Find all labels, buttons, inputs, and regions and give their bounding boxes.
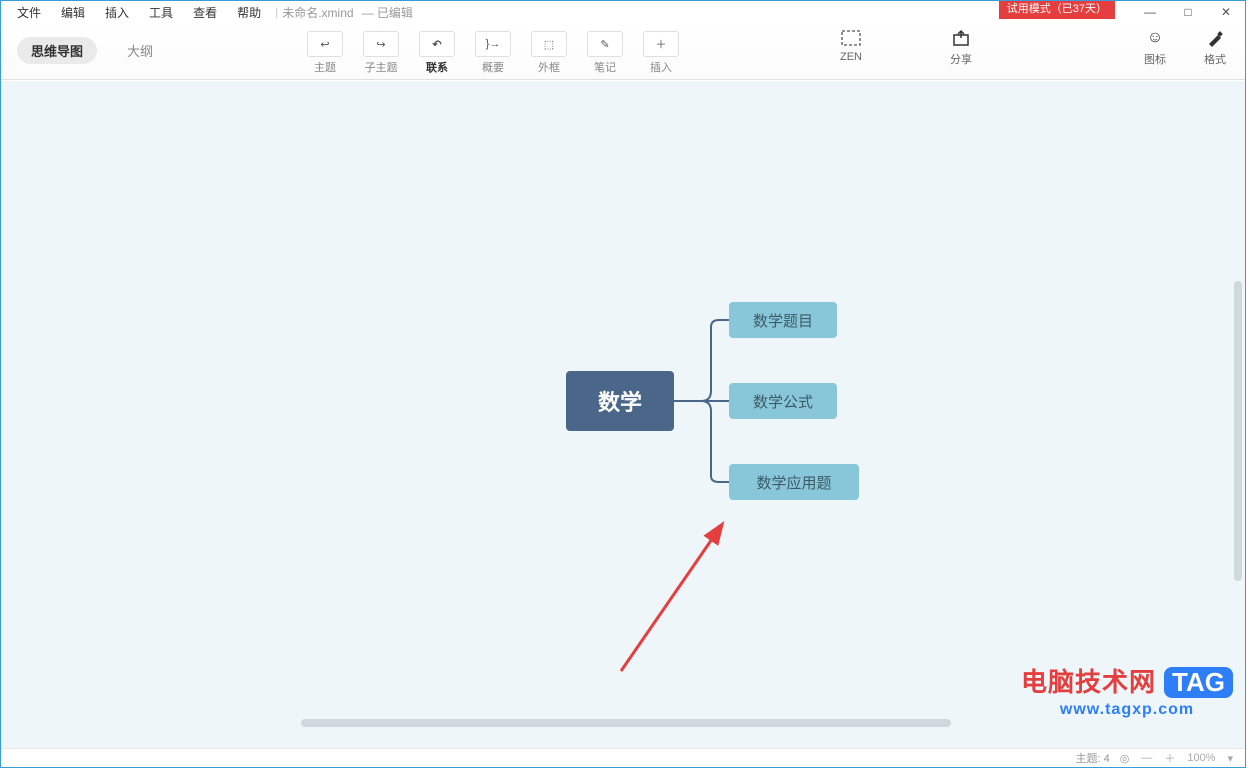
child-topic-2[interactable]: 数学公式 (729, 383, 837, 419)
window-minimize[interactable]: — (1131, 1, 1169, 23)
format-button[interactable]: 格式 (1195, 27, 1235, 67)
menu-tools[interactable]: 工具 (139, 2, 183, 23)
menu-bar: 文件 编辑 插入 工具 查看 帮助 (1, 2, 271, 23)
topic-count: 主题: 4 (1075, 750, 1109, 766)
relation-icon: ↶ (419, 31, 455, 57)
menu-view[interactable]: 查看 (183, 2, 227, 23)
summary-icon: }→ (475, 31, 511, 57)
child-topic-1[interactable]: 数学题目 (729, 302, 837, 338)
watermark-tag: TAG (1164, 667, 1233, 698)
note-icon: ✎ (587, 31, 623, 57)
trial-badge: 试用模式（已37天） (999, 1, 1115, 19)
share-icon (949, 27, 973, 49)
smile-icon: ☺ (1143, 27, 1167, 49)
tool-label: 主题 (314, 59, 336, 75)
window-maximize[interactable]: □ (1169, 1, 1207, 23)
zen-icon (839, 27, 863, 49)
zoom-controls: — ＋ 100% ▾ (1139, 750, 1235, 766)
zen-share-group: ZEN 分享 (831, 27, 981, 67)
brush-icon (1203, 27, 1227, 49)
menu-file[interactable]: 文件 (7, 2, 51, 23)
tab-mindmap[interactable]: 思维导图 (17, 37, 97, 64)
tool-label: 插入 (650, 59, 672, 75)
format-label: 格式 (1204, 51, 1226, 67)
topic-icon: ↩ (307, 31, 343, 57)
menu-help[interactable]: 帮助 (227, 2, 271, 23)
tool-label: 概要 (482, 59, 504, 75)
tool-label: 笔记 (594, 59, 616, 75)
watermark-url: www.tagxp.com (1021, 701, 1233, 719)
watermark: 电脑技术网 TAG www.tagxp.com (1021, 662, 1233, 719)
zen-label: ZEN (840, 51, 862, 63)
mindmap-canvas[interactable]: 数学 数学题目 数学公式 数学应用题 电脑技术网 TAG www.tagxp.c… (1, 81, 1245, 749)
tab-outline[interactable]: 大纲 (113, 37, 167, 64)
canvas-wrap: 数学 数学题目 数学公式 数学应用题 电脑技术网 TAG www.tagxp.c… (1, 81, 1245, 749)
subtopic-icon: ↪ (363, 31, 399, 57)
zoom-dropdown-icon[interactable]: ▾ (1225, 752, 1235, 765)
view-tabs: 思维导图 大纲 (1, 23, 197, 64)
tool-label: 联系 (426, 59, 448, 75)
connectors (1, 81, 1001, 749)
focus-icon[interactable]: ◎ (1120, 752, 1130, 765)
tool-boundary[interactable]: ⬚ 外框 (521, 27, 577, 75)
share-label: 分享 (950, 51, 972, 67)
share-button[interactable]: 分享 (941, 27, 981, 67)
zoom-out[interactable]: — (1139, 752, 1154, 764)
tool-group: ↩ 主题 ↪ 子主题 ↶ 联系 }→ 概要 ⬚ 外框 ✎ 笔记 ＋ 插入 (297, 23, 689, 75)
doc-edited: — 已编辑 (362, 4, 413, 21)
zoom-level[interactable]: 100% (1185, 752, 1217, 764)
tool-label: 外框 (538, 59, 560, 75)
boundary-icon: ⬚ (531, 31, 567, 57)
window-controls: — □ ✕ (1131, 1, 1245, 23)
title-row: 文件 编辑 插入 工具 查看 帮助 | 未命名.xmind — 已编辑 试用模式… (1, 1, 1245, 23)
menu-edit[interactable]: 编辑 (51, 2, 95, 23)
scrollbar-vertical-thumb[interactable] (1234, 281, 1242, 581)
central-topic[interactable]: 数学 (566, 371, 674, 431)
tool-note[interactable]: ✎ 笔记 (577, 27, 633, 75)
tool-label: 子主题 (365, 59, 398, 75)
tool-relation[interactable]: ↶ 联系 (409, 27, 465, 75)
zen-button[interactable]: ZEN (831, 27, 871, 67)
doc-name: 未命名.xmind (282, 4, 353, 21)
right-tools: ☺ 图标 格式 (1135, 27, 1235, 67)
tool-insert[interactable]: ＋ 插入 (633, 27, 689, 75)
window-close[interactable]: ✕ (1207, 1, 1245, 23)
watermark-text: 电脑技术网 (1021, 662, 1156, 699)
tool-summary[interactable]: }→ 概要 (465, 27, 521, 75)
icons-button[interactable]: ☺ 图标 (1135, 27, 1175, 67)
icons-label: 图标 (1144, 51, 1166, 67)
child-topic-3[interactable]: 数学应用题 (729, 464, 859, 500)
status-bar: 主题: 4 ◎ — ＋ 100% ▾ (1, 748, 1245, 767)
scrollbar-horizontal-thumb[interactable] (301, 719, 951, 727)
zoom-in[interactable]: ＋ (1162, 750, 1177, 766)
tool-topic[interactable]: ↩ 主题 (297, 27, 353, 75)
menu-insert[interactable]: 插入 (95, 2, 139, 23)
insert-icon: ＋ (643, 31, 679, 57)
doc-title: | 未命名.xmind — 已编辑 (275, 4, 413, 21)
tool-subtopic[interactable]: ↪ 子主题 (353, 27, 409, 75)
toolbar-row: 思维导图 大纲 ↩ 主题 ↪ 子主题 ↶ 联系 }→ 概要 ⬚ 外框 ✎ 笔记 … (1, 23, 1245, 80)
